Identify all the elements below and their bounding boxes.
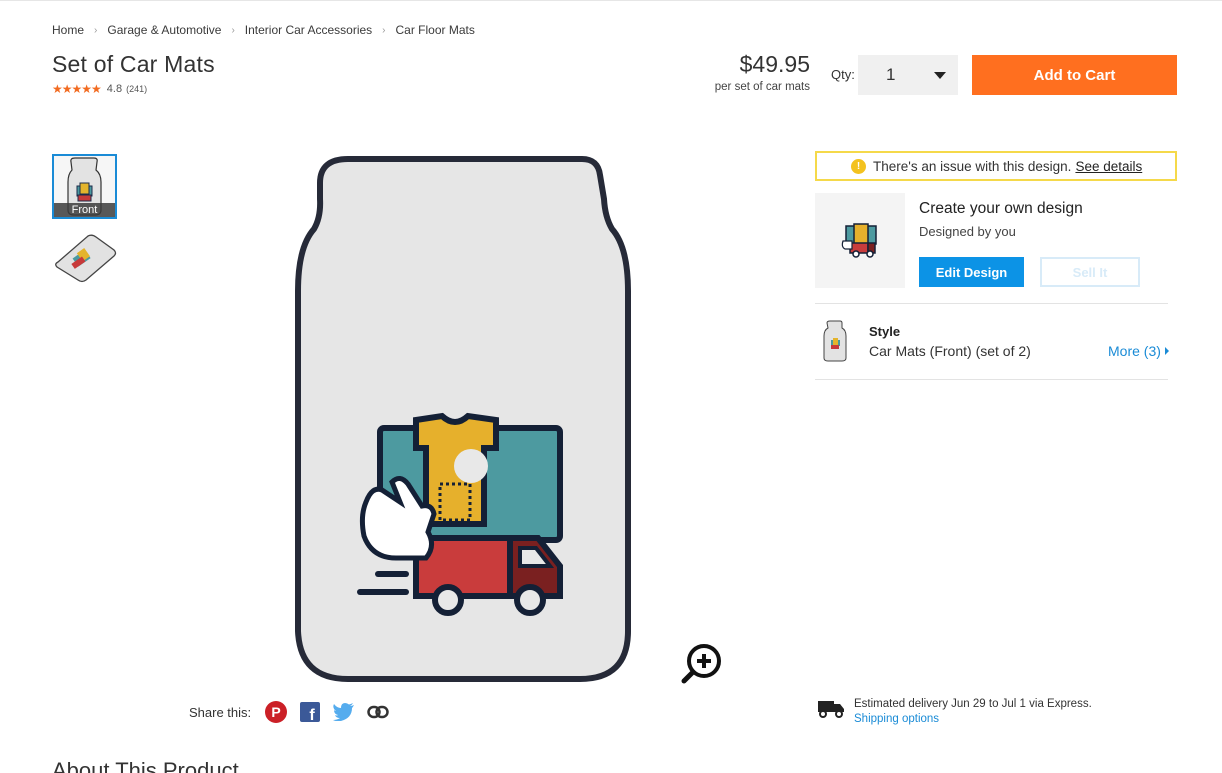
breadcrumb-garage-automotive[interactable]: Garage & Automotive [107,23,221,37]
zoom-in-icon[interactable] [680,641,724,685]
price: $49.95 [739,51,810,77]
issue-text: There's an issue with this design. [873,158,1072,174]
delivery-estimate: Estimated delivery Jun 29 to Jul 1 via E… [854,698,1092,710]
more-styles-label: More (3) [1108,343,1161,359]
more-styles-link[interactable]: More (3) [1108,343,1169,359]
link-icon[interactable] [367,701,389,723]
thumbnail-angle[interactable] [52,226,117,291]
chevron-right-icon: › [382,24,386,36]
car-mat-image [295,156,631,682]
create-design-subtitle: Designed by you [919,224,1016,239]
caret-down-icon [934,71,946,79]
svg-text:f: f [309,707,315,722]
design-preview-image [841,222,877,258]
shipping-options-link[interactable]: Shipping options [854,712,1092,727]
divider [815,303,1168,304]
thumbnail-label: Front [54,203,115,217]
quantity-value: 1 [886,65,896,84]
rating-score: 4.8 [106,83,123,95]
create-design-title: Create your own design [919,200,1083,217]
style-value: Car Mats (Front) (set of 2) [869,343,1031,359]
qty-label: Qty: [831,67,855,82]
style-selector[interactable]: Style Car Mats (Front) (set of 2) More (… [815,317,1175,367]
sell-it-button[interactable]: Sell It [1040,257,1140,287]
pinterest-icon[interactable]: P [265,701,288,723]
chevron-right-icon: › [94,24,98,36]
page-title: Set of Car Mats [52,51,215,77]
price-unit: per set of car mats [714,81,810,93]
divider [815,379,1168,380]
design-preview [815,193,905,288]
price-block: $49.95 per set of car mats [715,51,810,93]
caret-right-icon [1164,347,1169,355]
breadcrumb-interior-accessories[interactable]: Interior Car Accessories [245,23,372,37]
quantity-select[interactable]: 1 [858,55,958,95]
thumbnail-front[interactable]: Front [52,154,117,219]
product-rating[interactable]: ★★★★★ 4.8 (241) [52,82,147,96]
share-bar: Share this: P f [189,701,401,723]
breadcrumb-car-floor-mats[interactable]: Car Floor Mats [396,23,475,37]
rating-count: (241) [126,84,148,94]
facebook-icon[interactable]: f [299,701,321,723]
delivery-info: Estimated delivery Jun 29 to Jul 1 via E… [817,697,1092,727]
style-thumbnail [823,320,847,362]
chevron-right-icon: › [231,24,235,36]
breadcrumb: Home › Garage & Automotive › Interior Ca… [52,23,475,37]
create-design-panel: Create your own design Designed by you E… [815,193,1168,303]
add-to-cart-button[interactable]: Add to Cart [972,55,1177,95]
edit-design-button[interactable]: Edit Design [919,257,1024,287]
car-mat-angle-image [55,234,117,283]
star-rating-icon: ★★★★★ [52,82,102,96]
style-title: Style [869,324,901,339]
breadcrumb-home[interactable]: Home [52,23,84,37]
about-heading: About This Product [52,758,239,773]
product-main-image[interactable] [290,151,640,686]
truck-icon [818,701,844,718]
see-details-link[interactable]: See details [1075,159,1142,174]
warning-icon: ! [851,159,866,174]
share-label: Share this: [189,704,252,720]
twitter-icon[interactable] [333,701,355,723]
design-issue-banner: ! There's an issue with this design. See… [815,151,1177,181]
svg-text:P: P [271,704,280,720]
